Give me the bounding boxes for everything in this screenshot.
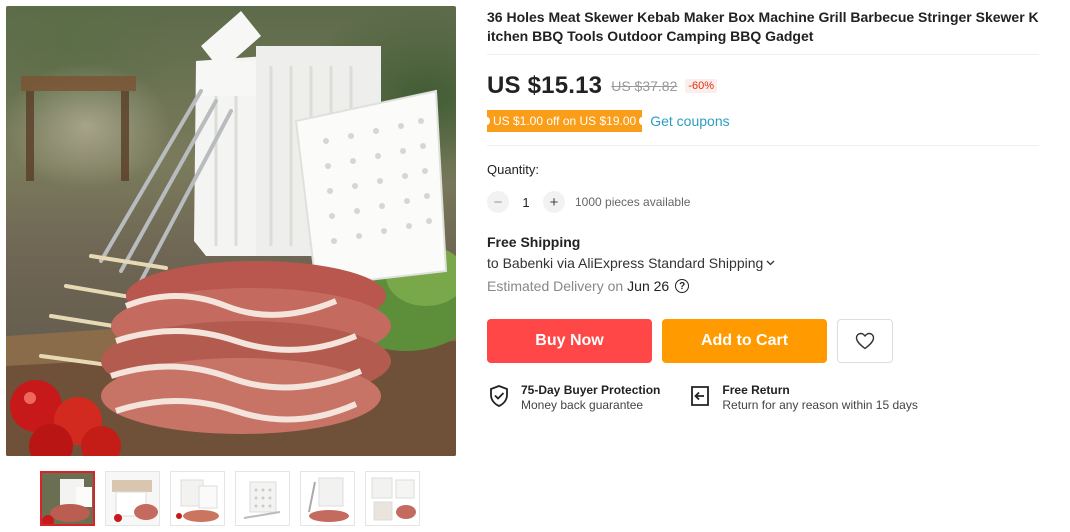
- free-return-subtitle: Return for any reason within 15 days: [722, 398, 918, 412]
- product-info-panel: 36 Holes Meat Skewer Kebab Maker Box Mac…: [483, 0, 1042, 413]
- quantity-input[interactable]: 1: [509, 195, 543, 210]
- buy-now-button[interactable]: Buy Now: [487, 319, 652, 363]
- thumbnail-5-image: [301, 472, 354, 525]
- thumbnail-3[interactable]: [170, 471, 225, 526]
- chevron-down-icon: [766, 258, 775, 269]
- get-coupons-link[interactable]: Get coupons: [650, 113, 729, 129]
- guarantees: 75-Day Buyer Protection Money back guara…: [487, 383, 1042, 413]
- thumbnail-strip: [40, 471, 420, 526]
- thumbnail-6-image: [366, 472, 419, 525]
- thumbnail-2-image: [106, 472, 159, 525]
- estimated-delivery: Estimated Delivery on Jun 26 ?: [487, 278, 1042, 294]
- action-buttons: Buy Now Add to Cart: [487, 319, 1042, 363]
- shield-check-icon: [490, 385, 508, 407]
- thumbnail-4-image: [236, 472, 289, 525]
- coupon-badge[interactable]: US $1.00 off on US $19.00: [483, 110, 646, 132]
- buyer-protection-subtitle: Money back guarantee: [521, 398, 644, 412]
- coupon-row: US $1.00 off on US $19.00 Get coupons: [483, 110, 1042, 132]
- discount-badge: -60%: [685, 79, 718, 93]
- thumbnail-3-image: [171, 472, 224, 525]
- delivery-date: Jun 26: [627, 278, 670, 294]
- thumbnail-6[interactable]: [365, 471, 420, 526]
- thumbnail-5[interactable]: [300, 471, 355, 526]
- delivery-label: Estimated Delivery on: [487, 278, 624, 294]
- buyer-protection-title: 75-Day Buyer Protection: [521, 383, 661, 397]
- thumbnail-2[interactable]: [105, 471, 160, 526]
- free-return-title: Free Return: [722, 383, 790, 397]
- question-circle-icon[interactable]: ?: [675, 279, 690, 293]
- shipping-method[interactable]: to Babenki via AliExpress Standard Shipp…: [487, 255, 1042, 271]
- divider: [487, 145, 1039, 146]
- wishlist-button[interactable]: [837, 319, 893, 363]
- quantity-increase-button[interactable]: +: [543, 191, 565, 213]
- thumbnail-1[interactable]: [40, 471, 95, 526]
- free-return: Free Return Return for any reason within…: [688, 383, 918, 413]
- product-main-image[interactable]: [6, 6, 456, 456]
- return-box-icon: [691, 386, 710, 406]
- shipping-method-text: to Babenki via AliExpress Standard Shipp…: [487, 255, 764, 271]
- quantity-stepper: − 1 + 1000 pieces available: [487, 190, 1042, 214]
- heart-icon: [855, 332, 875, 350]
- shipping-title: Free Shipping: [487, 234, 581, 250]
- product-title: 36 Holes Meat Skewer Kebab Maker Box Mac…: [487, 9, 1039, 44]
- quantity-label: Quantity:: [487, 162, 540, 177]
- kebab-maker-illustration: [6, 11, 456, 456]
- add-to-cart-button[interactable]: Add to Cart: [662, 319, 827, 363]
- buyer-protection: 75-Day Buyer Protection Money back guara…: [487, 383, 660, 413]
- thumbnail-4[interactable]: [235, 471, 290, 526]
- price-row: US $15.13 US $37.82 -60%: [487, 71, 1042, 101]
- thumbnail-1-image: [42, 473, 93, 524]
- current-price: US $15.13: [487, 72, 603, 99]
- divider: [487, 54, 1039, 55]
- quantity-available: 1000 pieces available: [575, 195, 691, 209]
- quantity-decrease-button[interactable]: −: [487, 191, 509, 213]
- original-price: US $37.82: [611, 78, 678, 94]
